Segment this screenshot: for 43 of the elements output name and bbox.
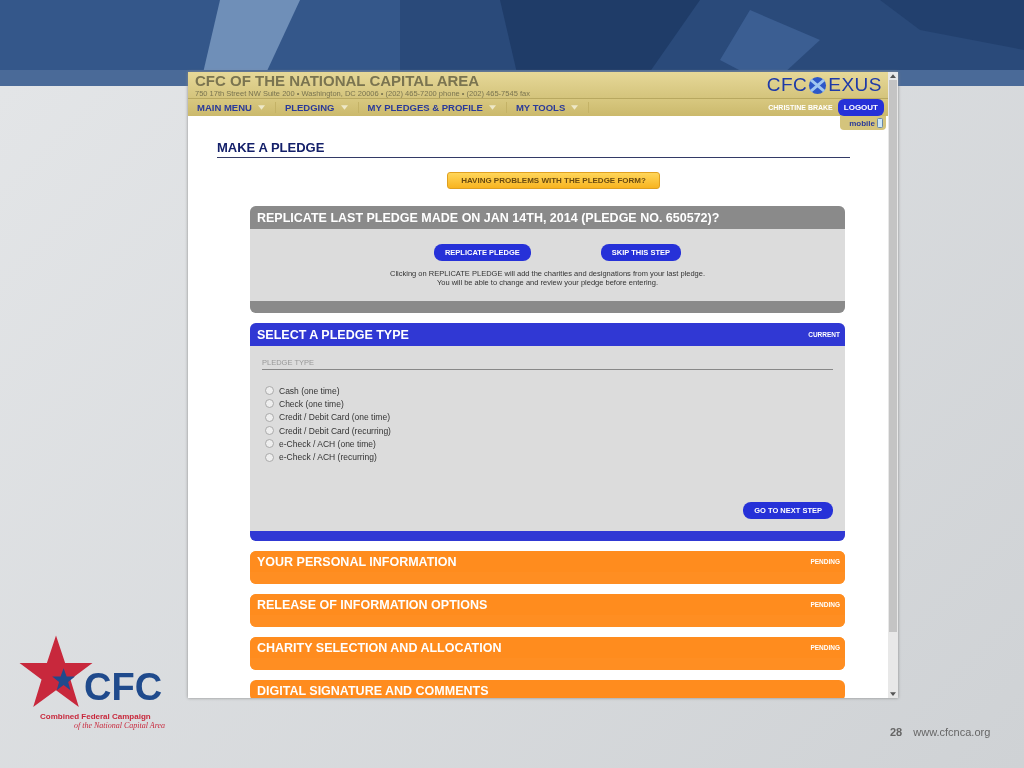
logo-text: EXUS <box>828 74 882 96</box>
nav-menu-item[interactable]: PLEDGING <box>275 102 359 113</box>
radio-button[interactable] <box>265 412 274 422</box>
site-title: CFC OF THE NATIONAL CAPITAL AREA <box>195 72 481 89</box>
scroll-down-icon[interactable] <box>890 692 896 696</box>
panel-title: RELEASE OF INFORMATION OPTIONS <box>257 597 488 612</box>
option-label: Cash (one time) <box>279 385 340 396</box>
panel-title: REPLICATE LAST PLEDGE MADE ON JAN 14TH, 2014 (PLEDGE NO. 650572)? <box>257 210 720 225</box>
radio-button[interactable] <box>265 452 274 462</box>
phone-icon <box>877 118 883 128</box>
radio-button[interactable] <box>265 386 274 396</box>
logo-caption: Combined Federal Campaign <box>40 712 151 721</box>
scrollbar[interactable] <box>888 72 898 698</box>
radio-button[interactable] <box>265 439 274 449</box>
logo-text: CFC <box>766 74 808 96</box>
option-label: e-Check / ACH (one time) <box>279 438 376 449</box>
caret-icon <box>488 105 496 110</box>
page-title: MAKE A PLEDGE <box>217 140 850 158</box>
nav-menu-item[interactable]: MY PLEDGES & PROFILE <box>358 102 507 113</box>
caret-icon <box>257 105 265 110</box>
caret-icon <box>571 105 579 110</box>
radio-button[interactable] <box>265 426 274 436</box>
option-label: Credit / Debit Card (recurring) <box>279 425 391 436</box>
option-label: Credit / Debit Card (one time) <box>279 412 390 423</box>
radio-button[interactable] <box>265 399 274 409</box>
scroll-up-icon[interactable] <box>890 74 896 78</box>
logout-button[interactable]: LOGOUT <box>837 99 884 116</box>
footer-url: www.cfcnca.org <box>913 726 991 738</box>
logo-text: CFC <box>84 668 163 706</box>
logo-icon <box>808 75 828 95</box>
caret-icon <box>340 105 348 110</box>
mobile-link[interactable]: mobile <box>840 116 886 130</box>
option-label: Check (one time) <box>279 398 344 409</box>
nav-menu-item[interactable]: MAIN MENU <box>188 102 276 113</box>
panel-title: YOUR PERSONAL INFORMATION <box>257 554 457 569</box>
logo-subtitle: of the National Capital Area <box>74 721 166 730</box>
slide-number: 28 <box>890 726 903 738</box>
nav-menu-item[interactable]: MY TOOLS <box>506 102 590 113</box>
panel-title: SELECT A PLEDGE TYPE <box>257 327 409 342</box>
option-label: e-Check / ACH (recurring) <box>279 452 377 463</box>
panel-title: DIGITAL SIGNATURE AND COMMENTS <box>257 683 489 698</box>
help-button[interactable]: HAVING PROBLEMS WITH THE PLEDGE FORM? <box>447 172 660 189</box>
panel-title: CHARITY SELECTION AND ALLOCATION <box>257 640 502 655</box>
